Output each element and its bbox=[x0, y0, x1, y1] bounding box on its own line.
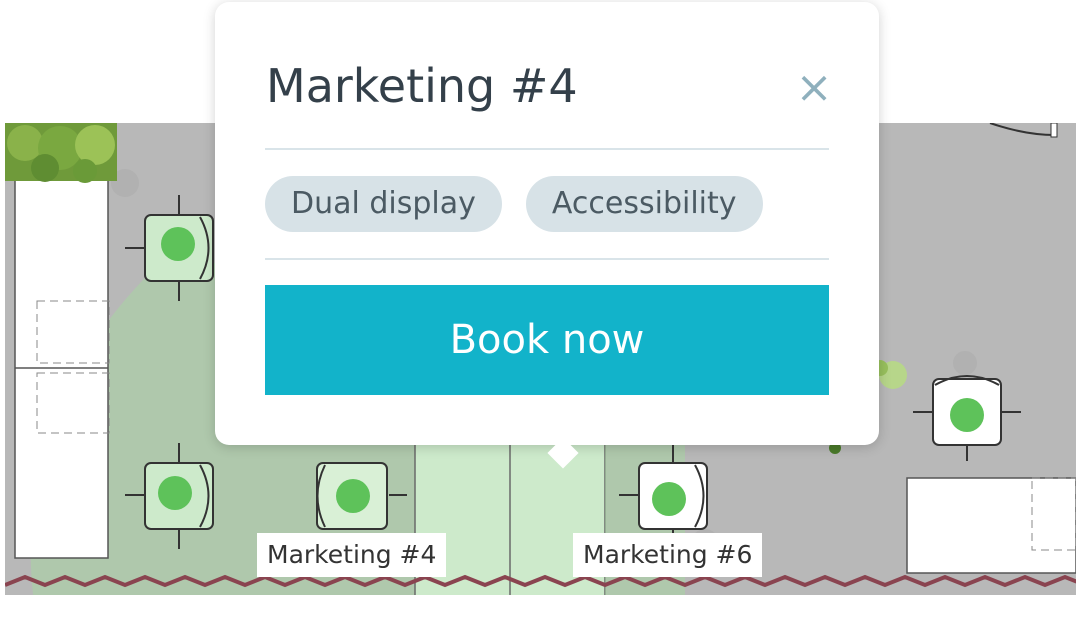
book-now-button[interactable]: Book now bbox=[265, 285, 829, 395]
close-icon[interactable]: × bbox=[794, 66, 834, 110]
popup-title: Marketing #4 bbox=[266, 59, 578, 113]
amenity-tags: Dual display Accessibility bbox=[265, 176, 763, 232]
divider bbox=[265, 148, 829, 150]
tag-accessibility: Accessibility bbox=[525, 176, 763, 232]
availability-dot-icon bbox=[158, 476, 192, 510]
desk-label-marketing-6[interactable]: Marketing #6 bbox=[573, 533, 763, 577]
availability-dot-icon bbox=[161, 227, 195, 261]
availability-dot-icon bbox=[950, 398, 984, 432]
divider bbox=[265, 258, 829, 260]
desk-label-marketing-4[interactable]: Marketing #4 bbox=[257, 533, 447, 577]
availability-dot-icon bbox=[652, 482, 686, 516]
tag-dual-display: Dual display bbox=[265, 176, 502, 232]
availability-dot-icon bbox=[336, 479, 370, 513]
desk-popup: Marketing #4 × Dual display Accessibilit… bbox=[215, 2, 879, 469]
plant-icon bbox=[5, 123, 117, 183]
